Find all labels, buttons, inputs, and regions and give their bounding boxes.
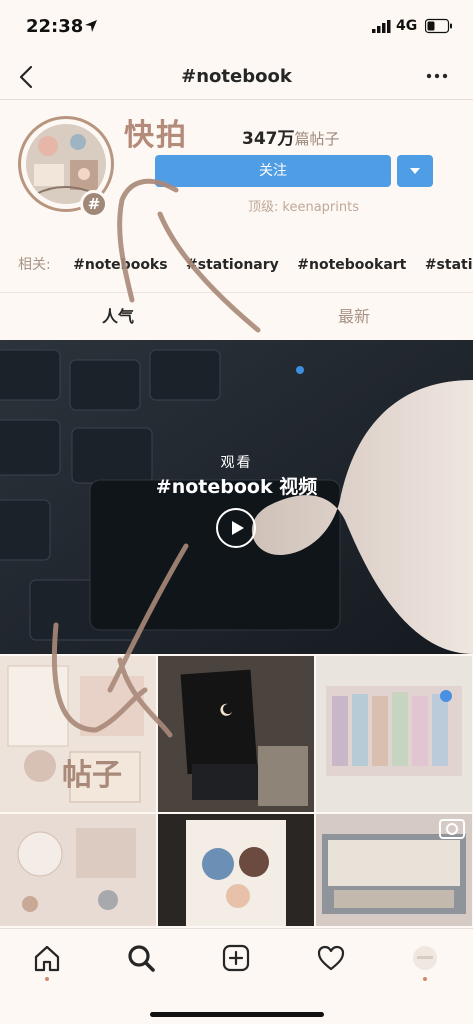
post-thumbnail[interactable]	[316, 814, 472, 926]
related-tag[interactable]: #stationary	[186, 257, 279, 273]
related-label: 相关:	[18, 257, 51, 273]
battery-icon	[425, 18, 452, 34]
video-banner[interactable]: 观看 #notebook 视频	[0, 340, 473, 654]
related-tag[interactable]: #notebooks	[73, 257, 167, 273]
post-thumbnail[interactable]	[158, 656, 314, 812]
status-bar: 22:38 4G	[0, 0, 473, 56]
post-thumbnail[interactable]	[316, 656, 472, 812]
network-label: 4G	[396, 18, 418, 34]
page-title: #notebook	[181, 66, 292, 87]
signal-bars-icon	[372, 20, 391, 33]
home-active-dot	[45, 977, 49, 981]
top-account: 顶级: keenaprints	[248, 196, 359, 215]
quick-label: 快拍	[124, 118, 188, 153]
top-account-link[interactable]: keenaprints	[282, 200, 359, 215]
nav-bar: #notebook	[0, 56, 473, 100]
post-count-unit: 篇帖子	[294, 130, 340, 148]
home-icon[interactable]	[32, 943, 62, 973]
tab-popular[interactable]: 人气	[0, 293, 236, 342]
posts-annotation-label: 帖子	[62, 758, 122, 793]
profile-notification-dot	[423, 977, 427, 981]
related-tag[interactable]: #notebookart	[297, 257, 406, 273]
feed-tabs: 人气 最新	[0, 292, 473, 342]
follow-dropdown-button[interactable]	[397, 155, 433, 187]
add-post-icon[interactable]	[221, 943, 251, 973]
more-dots-icon[interactable]	[425, 70, 449, 82]
play-icon	[232, 521, 244, 535]
post-image	[158, 814, 314, 926]
post-image	[158, 656, 314, 812]
hashtag-badge-icon: #	[80, 190, 108, 218]
tab-recent[interactable]: 最新	[236, 293, 472, 341]
top-account-prefix: 顶级:	[248, 200, 279, 215]
post-image	[316, 656, 472, 812]
post-image	[0, 814, 156, 926]
home-indicator	[150, 1012, 324, 1017]
location-arrow-icon	[85, 20, 97, 32]
search-icon[interactable]	[126, 943, 156, 973]
post-thumbnail[interactable]	[158, 814, 314, 926]
heart-icon[interactable]	[316, 943, 346, 973]
post-count: 347万篇帖子	[242, 124, 340, 149]
video-title: #notebook 视频	[155, 476, 318, 498]
bottom-tab-bar	[0, 928, 473, 1024]
follow-button[interactable]: 关注	[155, 155, 391, 187]
related-tags-row: 相关: #notebooks #stationary #notebookart …	[18, 254, 473, 276]
post-count-value: 347万	[242, 129, 295, 149]
post-thumbnail[interactable]	[0, 814, 156, 926]
related-tag[interactable]: #stationa	[425, 257, 473, 273]
status-time: 22:38	[26, 16, 84, 37]
video-watch-label: 观看	[220, 455, 253, 471]
play-button[interactable]	[216, 508, 256, 548]
profile-icon[interactable]	[410, 943, 440, 973]
post-image	[316, 814, 472, 926]
caret-down-icon	[410, 168, 420, 174]
